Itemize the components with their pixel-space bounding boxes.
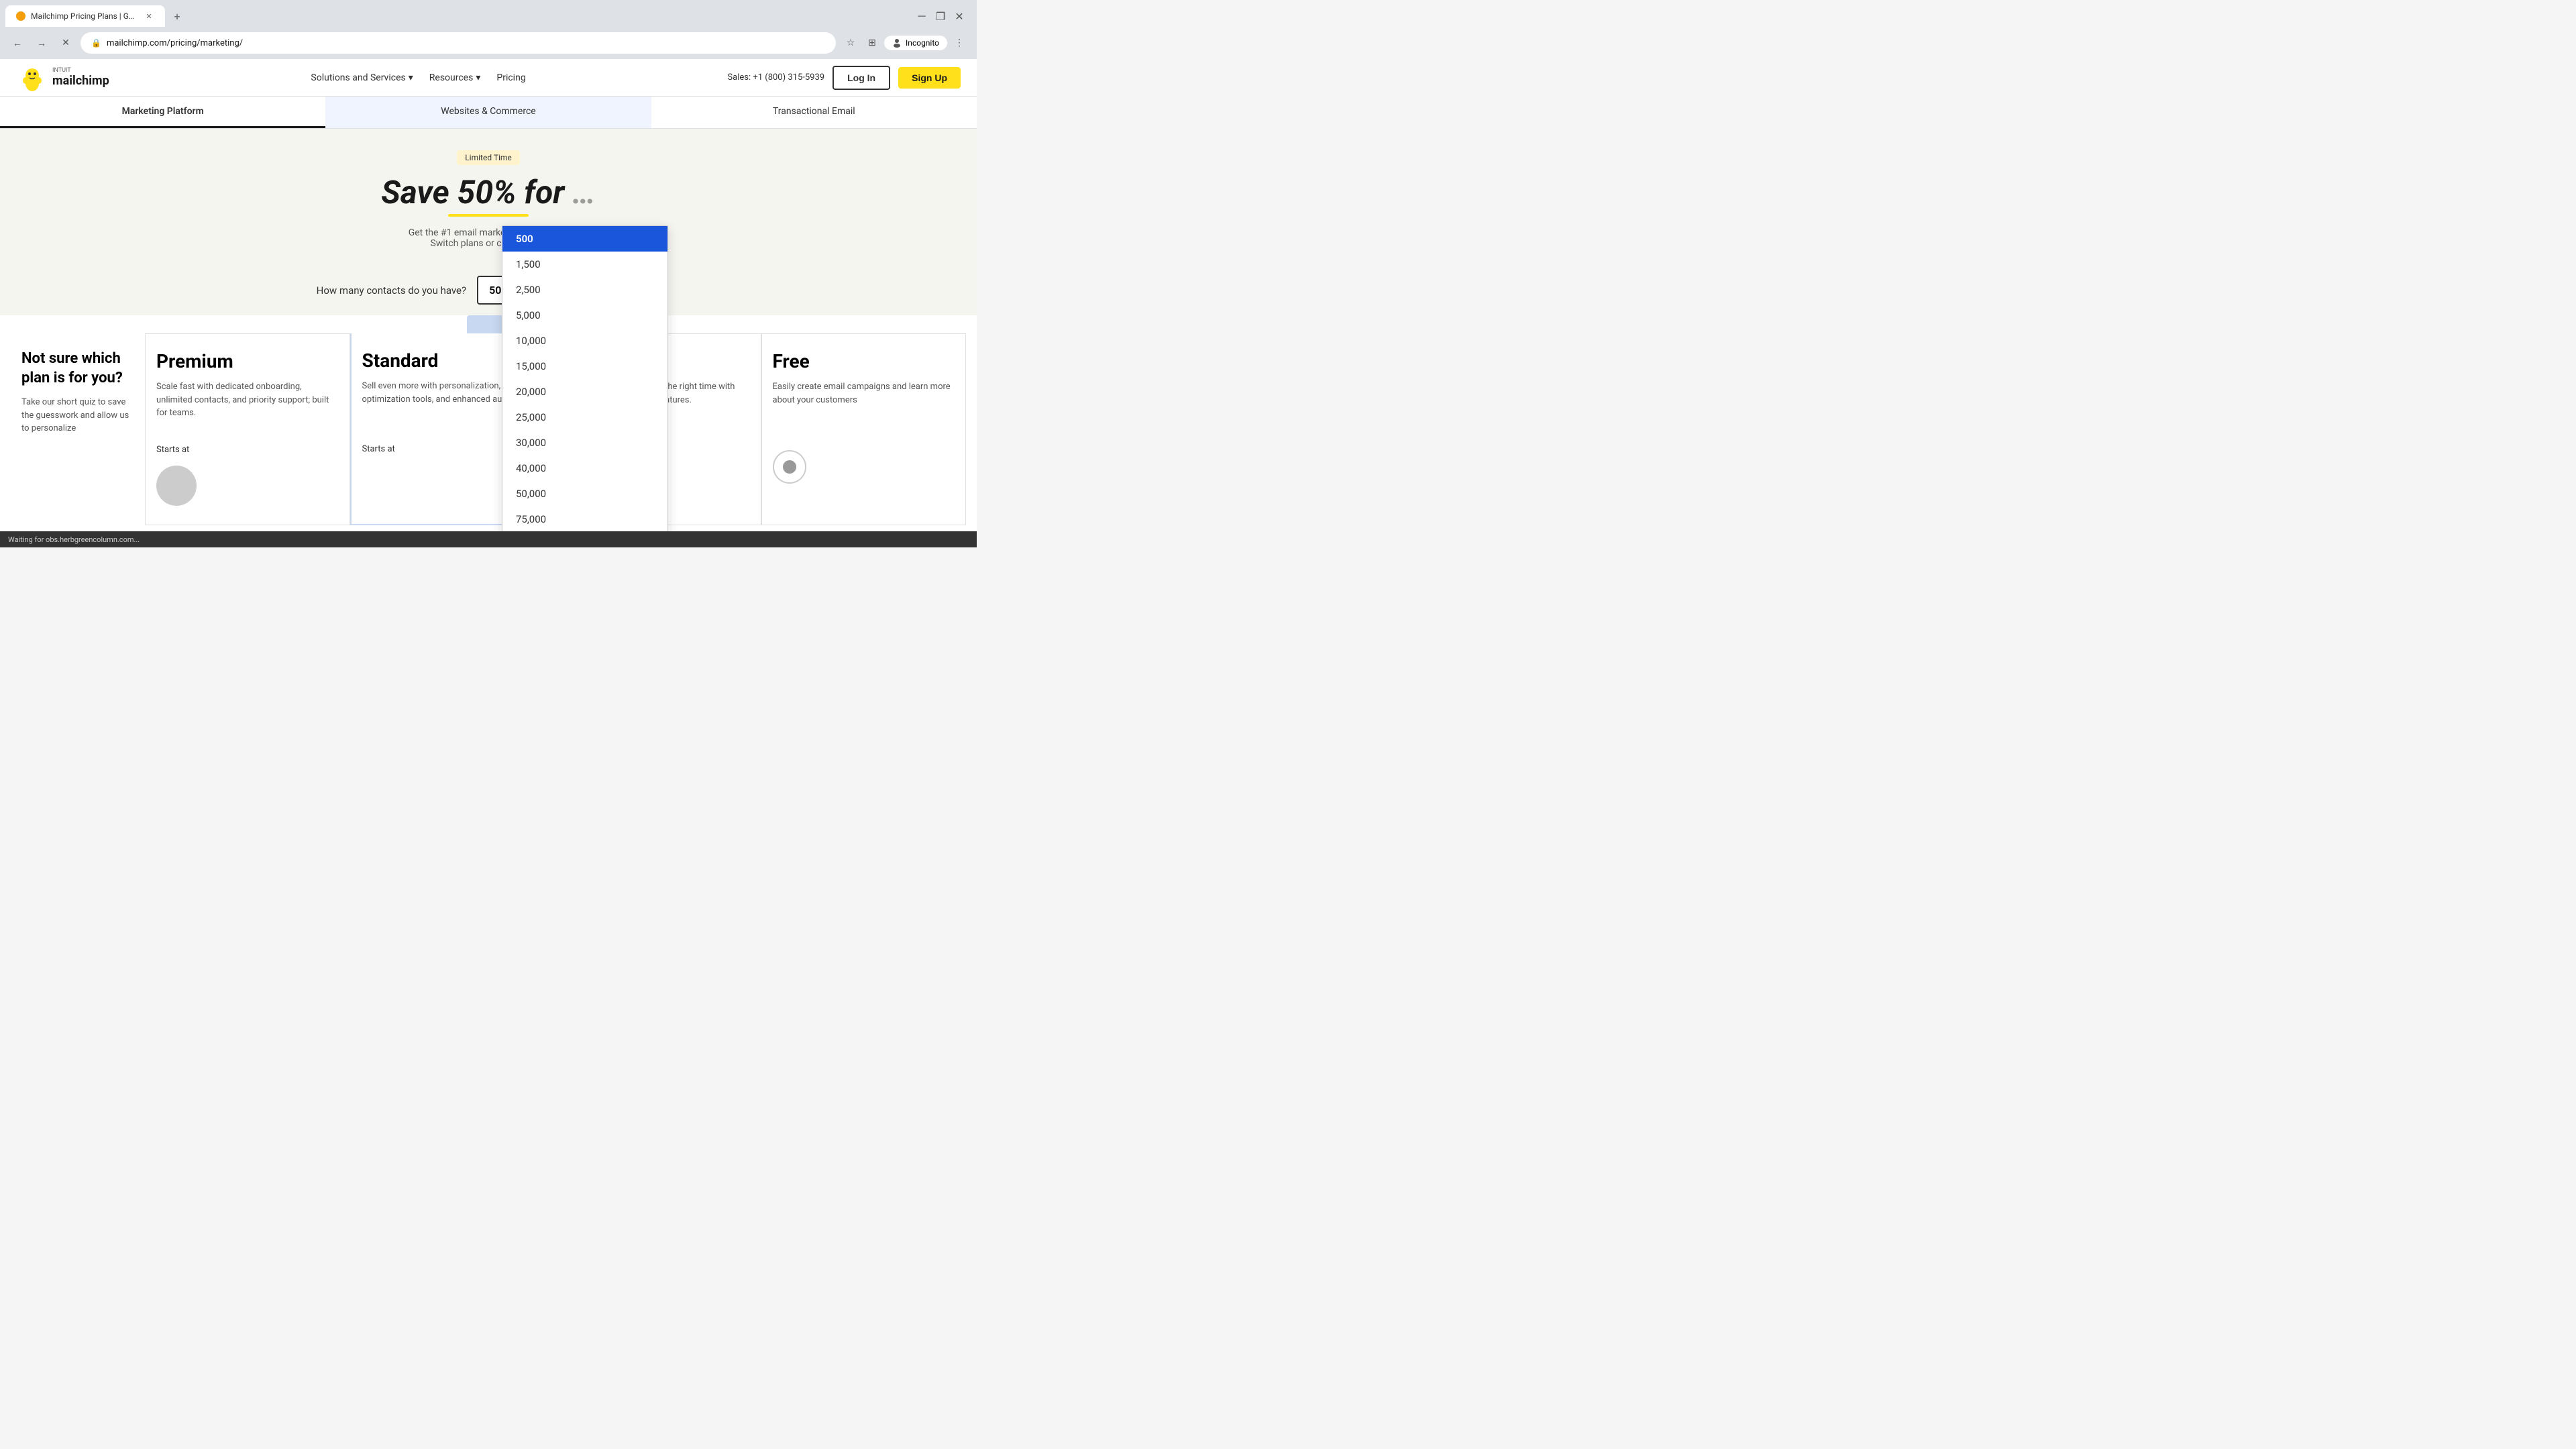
nav-solutions-chevron: ▾ [409, 72, 413, 83]
logo-intuit-text: INTUIT [52, 68, 109, 74]
nav-resources-label: Resources [429, 72, 474, 83]
helper-title: Not sure which plan is for you? [21, 350, 134, 388]
extensions-button[interactable]: ⊞ [863, 34, 881, 52]
dropdown-option-10000[interactable]: 10,000 [502, 328, 667, 354]
tab-bar: Mailchimp Pricing Plans | Get St... ✕ + … [0, 0, 977, 27]
close-button[interactable]: ✕ [953, 9, 966, 23]
plans-area: Mailchimp Recommends Not sure which plan… [0, 315, 977, 531]
dropdown-option-75000[interactable]: 75,000 [502, 506, 667, 531]
plan-premium-name: Premium [156, 350, 339, 372]
dropdown-option-1500[interactable]: 1,500 [502, 252, 667, 277]
dropdown-option-50000[interactable]: 50,000 [502, 481, 667, 506]
logo-main-text: mailchimp [52, 74, 109, 88]
mailchimp-logo-icon [16, 62, 48, 94]
plan-helper-card: Not sure which plan is for you? Take our… [11, 333, 145, 525]
new-tab-button[interactable]: + [168, 7, 186, 25]
status-text: Waiting for obs.herbgreencolumn.com... [8, 535, 140, 544]
active-tab[interactable]: Mailchimp Pricing Plans | Get St... ✕ [5, 5, 165, 27]
contact-selector-section: How many contacts do you have? 500 ⌄ $ U… [0, 265, 977, 315]
dropdown-option-30000[interactable]: 30,000 [502, 430, 667, 455]
helper-description: Take our short quiz to save the guesswor… [21, 396, 134, 435]
plan-premium-starts: Starts at [156, 445, 339, 455]
bookmark-button[interactable]: ☆ [841, 34, 860, 52]
reload-button[interactable]: ✕ [56, 34, 75, 52]
dropdown-option-500[interactable]: 500 [502, 226, 667, 252]
plan-free-name: Free [773, 350, 955, 372]
tab-websites-commerce[interactable]: Websites & Commerce [325, 97, 651, 128]
back-button[interactable]: ← [8, 34, 27, 52]
tab-favicon [16, 11, 25, 21]
tab-transactional-email[interactable]: Transactional Email [651, 97, 977, 128]
window-controls: ─ ❐ ✕ [915, 9, 971, 23]
hero-underline [448, 214, 529, 217]
nav-solutions-link[interactable]: Solutions and Services ▾ [311, 72, 413, 83]
website-content: INTUIT mailchimp Solutions and Services … [0, 59, 977, 531]
nav-pricing-link[interactable]: Pricing [496, 72, 525, 83]
incognito-icon [892, 38, 902, 48]
site-tabs: Marketing Platform Websites & Commerce T… [0, 97, 977, 129]
plan-free-desc: Easily create email campaigns and learn … [773, 380, 955, 434]
address-input[interactable]: 🔒 mailchimp.com/pricing/marketing/ [80, 32, 836, 54]
signup-button[interactable]: Sign Up [898, 67, 961, 89]
dropdown-option-25000[interactable]: 25,000 [502, 405, 667, 430]
logo-text-group: INTUIT mailchimp [52, 68, 109, 88]
hero-subtitle: Get the #1 email marketing and autom [16, 227, 961, 238]
tab-marketing-platform[interactable]: Marketing Platform [0, 97, 325, 128]
tab-title: Mailchimp Pricing Plans | Get St... [31, 11, 138, 21]
dropdown-option-40000[interactable]: 40,000 [502, 455, 667, 481]
tab-close-button[interactable]: ✕ [144, 11, 154, 21]
recommends-banner-wrapper: Mailchimp Recommends [0, 315, 977, 333]
dropdown-option-5000[interactable]: 5,000 [502, 303, 667, 328]
contact-label: How many contacts do you have? [317, 284, 466, 297]
lock-icon: 🔒 [91, 38, 101, 48]
address-actions: ☆ ⊞ Incognito ⋮ [841, 34, 969, 52]
hero-title: Save 50% for … [16, 173, 961, 211]
restore-button[interactable]: ❐ [934, 9, 947, 23]
more-button[interactable]: ⋮ [950, 34, 969, 52]
minimize-button[interactable]: ─ [915, 9, 928, 23]
dropdown-option-20000[interactable]: 20,000 [502, 379, 667, 405]
address-text: mailchimp.com/pricing/marketing/ [107, 38, 825, 48]
nav-logo[interactable]: INTUIT mailchimp [16, 62, 109, 94]
profile-label: Incognito [906, 38, 939, 48]
hero-subtitle2: Switch plans or cancel an e. [16, 238, 961, 249]
contacts-dropdown-overlay[interactable]: 500 1,500 2,500 5,000 10,000 15,000 20,0… [502, 225, 668, 531]
address-bar: ← → ✕ 🔒 mailchimp.com/pricing/marketing/… [0, 27, 977, 59]
plan-premium-desc: Scale fast with dedicated onboarding, un… [156, 380, 339, 434]
dropdown-option-2500[interactable]: 2,500 [502, 277, 667, 303]
nav-resources-link[interactable]: Resources ▾ [429, 72, 481, 83]
plan-free-radio [773, 450, 806, 484]
plan-card-premium: Premium Scale fast with dedicated onboar… [145, 333, 350, 525]
plan-free-radio-inner [783, 460, 796, 474]
site-nav: INTUIT mailchimp Solutions and Services … [0, 59, 977, 97]
sales-number: Sales: +1 (800) 315-5939 [727, 72, 824, 83]
plan-card-free: Free Easily create email campaigns and l… [761, 333, 967, 525]
nav-links: Solutions and Services ▾ Resources ▾ Pri… [311, 72, 525, 83]
nav-actions: Sales: +1 (800) 315-5939 Log In Sign Up [727, 66, 961, 90]
plan-premium-price-circle [156, 466, 197, 506]
limited-time-badge: Limited Time [457, 150, 520, 165]
nav-solutions-label: Solutions and Services [311, 72, 405, 83]
nav-pricing-label: Pricing [496, 72, 525, 83]
profile-button[interactable]: Incognito [884, 36, 947, 50]
status-bar: Waiting for obs.herbgreencolumn.com... [0, 531, 977, 547]
browser-chrome: Mailchimp Pricing Plans | Get St... ✕ + … [0, 0, 977, 59]
login-button[interactable]: Log In [833, 66, 890, 90]
dropdown-option-15000[interactable]: 15,000 [502, 354, 667, 379]
plans-container: Not sure which plan is for you? Take our… [0, 333, 977, 525]
nav-resources-chevron: ▾ [476, 72, 480, 83]
hero-section: Limited Time Save 50% for … Get the #1 e… [0, 129, 977, 265]
forward-button[interactable]: → [32, 34, 51, 52]
